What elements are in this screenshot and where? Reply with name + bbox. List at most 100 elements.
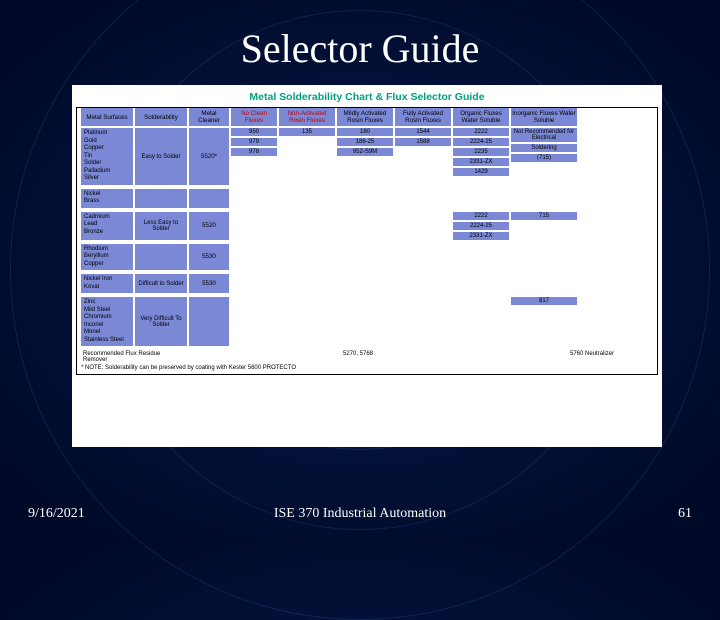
cleaner-cell [189, 189, 229, 208]
cleaner-cell [189, 297, 229, 346]
organic-stack [453, 297, 509, 346]
organic-stack: 2222 2224-25 2331-ZX [453, 212, 509, 240]
mild-stack [337, 212, 393, 240]
mild-stack [337, 297, 393, 346]
nonact-stack [279, 189, 335, 208]
organic-stack [453, 189, 509, 208]
noclean-stack [231, 244, 277, 271]
noclean-stack [231, 212, 277, 240]
flux-value: 180 [337, 128, 393, 136]
table-row: Rhodium Beryllium Copper 5530 [77, 242, 657, 273]
footer-label: Recommended Flux Residue Remover [81, 350, 185, 364]
mild-stack [337, 189, 393, 208]
inorganic-stack [511, 244, 577, 271]
flux-value: 135 [279, 128, 335, 136]
hdr-organic: Organic Fluxes Water Soluble [453, 108, 509, 126]
flux-value: 2224-25 [453, 138, 509, 146]
cleaner-cell: 5520* [189, 128, 229, 185]
table-row: Cadmium Lead BronzeLess Easy to Solder55… [77, 210, 657, 242]
flux-value: 2235 [453, 148, 509, 156]
flux-value: Soldering [511, 144, 577, 152]
chart-footer-row: Recommended Flux Residue Remover 5270, 5… [77, 348, 657, 364]
solderability-cell [135, 189, 187, 208]
flux-value: 2224-25 [453, 222, 509, 230]
slide-title: Selector Guide [0, 0, 720, 72]
flux-value: 979 [231, 138, 277, 146]
organic-stack [453, 244, 509, 271]
cleaner-cell: 5530 [189, 274, 229, 293]
flux-value: 950 [231, 128, 277, 136]
metals-cell: Platinum Gold Copper Tin Solder Palladiu… [81, 128, 133, 185]
mild-stack [337, 274, 393, 293]
table-row: Nickel Brass [77, 187, 657, 210]
flux-value: 817 [511, 297, 577, 305]
noclean-stack [231, 297, 277, 346]
inorganic-stack: 817 [511, 297, 577, 346]
chart-header-row: Metal Surfaces Solderability Metal Clean… [77, 108, 657, 126]
flux-value: 978 [231, 148, 277, 156]
flux-value: 1544 [395, 128, 451, 136]
chart-note: * NOTE: Solderability can be preserved b… [77, 364, 657, 374]
slide-footer: 9/16/2021 ISE 370 Industrial Automation … [0, 506, 720, 522]
footer-mid: 5270, 5768 [187, 350, 529, 364]
footer-right: 5760 Neutralizer [531, 350, 653, 364]
solderability-cell [135, 244, 187, 271]
organic-stack [453, 274, 509, 293]
metals-cell: Zinc Mild Steel Chromium Inconel Monel S… [81, 297, 133, 346]
metals-cell: Rhodium Beryllium Copper [81, 244, 133, 271]
solderability-cell: Easy to Solder [135, 128, 187, 185]
flux-value: 186-25 [337, 138, 393, 146]
nonact-stack [279, 212, 335, 240]
hdr-metal-surfaces: Metal Surfaces [81, 108, 133, 126]
chart-title: Metal Solderability Chart & Flux Selecto… [72, 85, 662, 107]
flux-value: 2331-ZX [453, 158, 509, 166]
full-stack [395, 297, 451, 346]
solderability-cell: Difficult to Solder [135, 274, 187, 293]
flux-value: 2222 [453, 128, 509, 136]
solderability-cell: Less Easy to Solder [135, 212, 187, 240]
full-stack [395, 274, 451, 293]
metals-cell: Nickel Brass [81, 189, 133, 208]
noclean-stack: 950 979 978 [231, 128, 277, 185]
flux-value: Not Recommended for Electrical [511, 128, 577, 142]
noclean-stack [231, 189, 277, 208]
metals-cell: Nickel Iron Kovar [81, 274, 133, 293]
nonact-stack [279, 297, 335, 346]
inorganic-stack [511, 274, 577, 293]
solderability-chart: Metal Solderability Chart & Flux Selecto… [72, 85, 662, 447]
cleaner-cell: 5520 [189, 212, 229, 240]
full-stack [395, 244, 451, 271]
flux-value: 952-S9M [337, 148, 393, 156]
hdr-no-clean: No Clean Fluxes [231, 108, 277, 126]
cleaner-cell: 5530 [189, 244, 229, 271]
full-stack [395, 189, 451, 208]
flux-value: 1429 [453, 168, 509, 176]
full-stack: 1544 1588 [395, 128, 451, 185]
inorganic-stack [511, 189, 577, 208]
flux-value: 2222 [453, 212, 509, 220]
inorganic-stack: Not Recommended for Electrical Soldering (… [511, 128, 577, 185]
inorganic-stack: 715 [511, 212, 577, 240]
flux-value: 2331-ZX [453, 232, 509, 240]
organic-stack: 2222 2224-25 2235 2331-ZX 1429 [453, 128, 509, 185]
hdr-mildly-activated: Mildly Activated Rosin Fluxes [337, 108, 393, 126]
noclean-stack [231, 274, 277, 293]
nonact-stack [279, 274, 335, 293]
table-row: Nickel Iron KovarDifficult to Solder5530 [77, 272, 657, 295]
flux-value: (715) [511, 154, 577, 162]
flux-value: 715 [511, 212, 577, 220]
metals-cell: Cadmium Lead Bronze [81, 212, 133, 240]
hdr-inorganic: Inorganic Fluxes Water Soluble [511, 108, 577, 126]
mild-stack [337, 244, 393, 271]
footer-course: ISE 370 Industrial Automation [0, 506, 720, 522]
hdr-cleaner: Metal Cleaner [189, 108, 229, 126]
table-row: Zinc Mild Steel Chromium Inconel Monel S… [77, 295, 657, 348]
hdr-solderability: Solderability [135, 108, 187, 126]
full-stack [395, 212, 451, 240]
solderability-cell: Very Difficult To Solder [135, 297, 187, 346]
hdr-fully-activated: Fully Activated Rosin Fluxes [395, 108, 451, 126]
mild-stack: 180 186-25 952-S9M [337, 128, 393, 185]
hdr-non-activated: Non-Activated Rosin Fluxes [279, 108, 335, 126]
nonact-stack [279, 244, 335, 271]
flux-value: 1588 [395, 138, 451, 146]
